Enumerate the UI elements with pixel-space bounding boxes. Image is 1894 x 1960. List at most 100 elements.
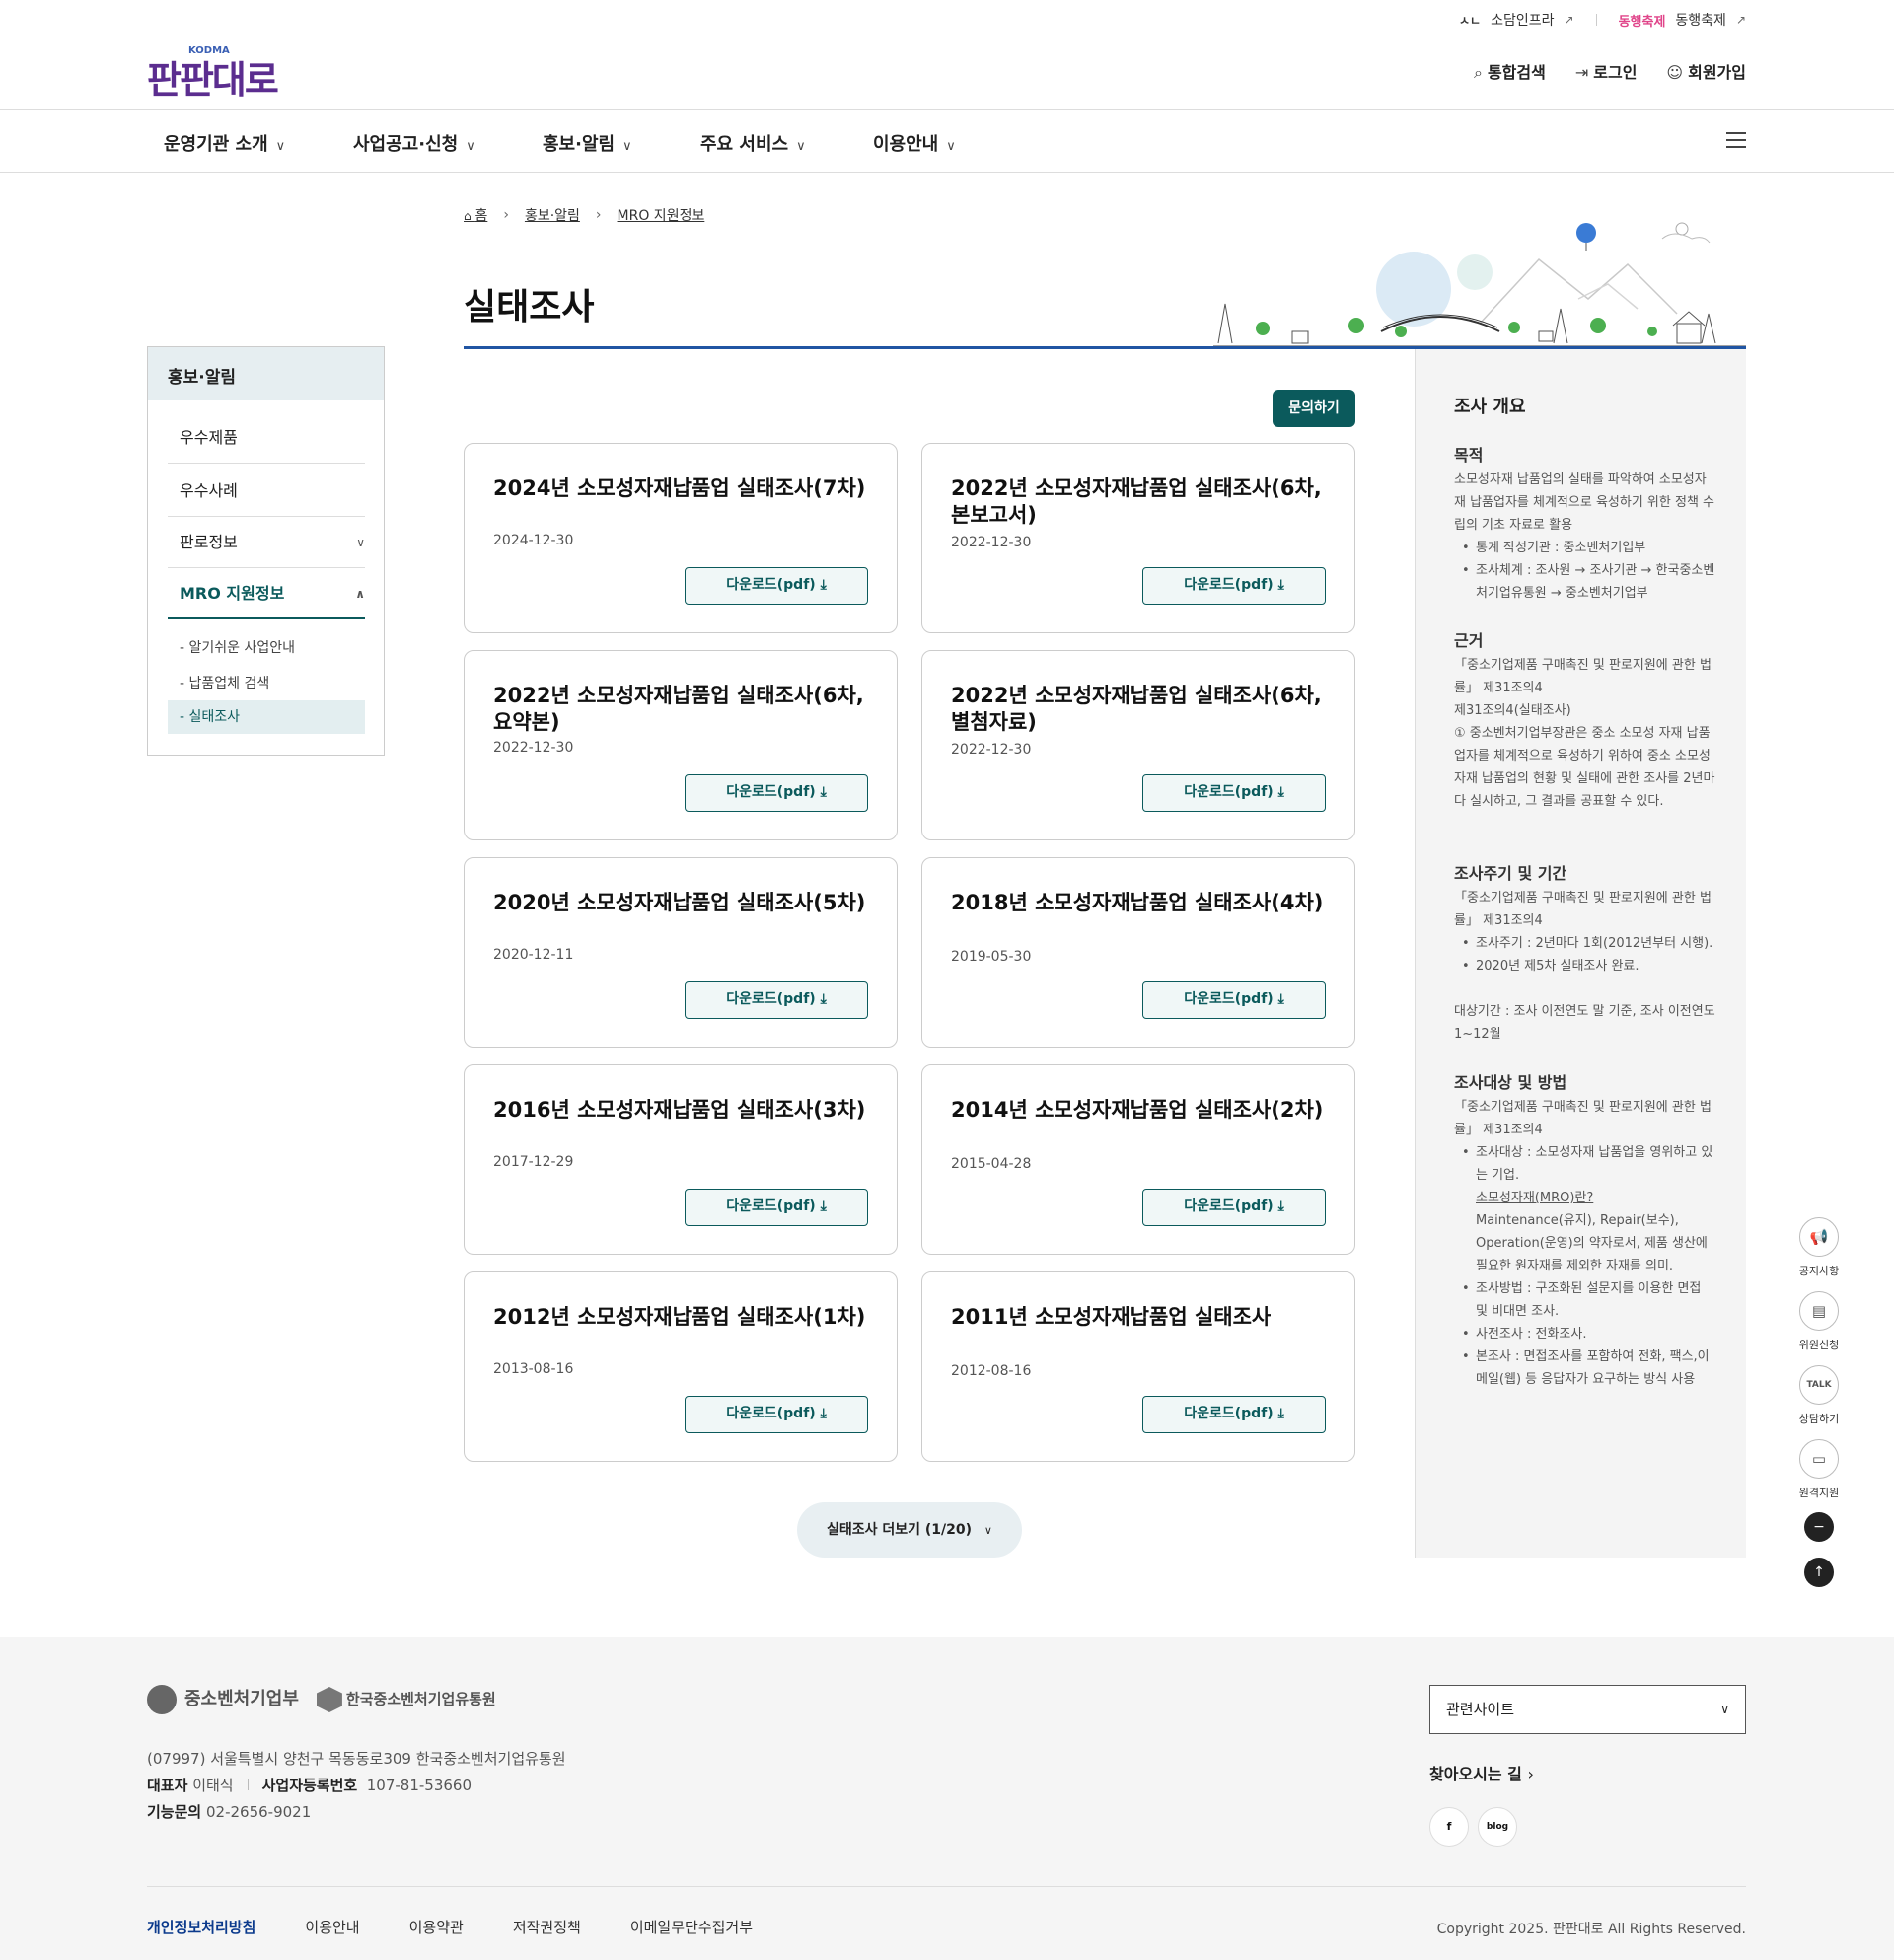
download-label: 다운로드(pdf) (1184, 784, 1274, 800)
list-item: 조사체계 : 조사원 → 조사기관 → 한국중소벤처기업유통원 → 중소벤처기업… (1454, 559, 1715, 605)
card-date: 2013-08-16 (493, 1361, 574, 1377)
download-button[interactable]: 다운로드(pdf) ⤓ (685, 567, 868, 605)
footer-address: (07997) 서울특별시 양천구 목동동로309 한국중소벤처기업유통원 대표… (147, 1746, 566, 1826)
home-icon: ⌂ (464, 209, 475, 223)
quick-label: 상담하기 (1798, 1413, 1840, 1425)
quick-consult[interactable]: TALK 상담하기 (1793, 1365, 1845, 1426)
download-icon: ⤓ (1277, 1198, 1284, 1214)
related-sites-label: 관련사이트 (1446, 1701, 1515, 1718)
mss-logo: 중소벤처기업부 (147, 1685, 299, 1714)
quick-remote[interactable]: ▭ 원격지원 (1793, 1439, 1845, 1500)
blog-icon[interactable]: blog (1478, 1807, 1517, 1847)
copyright: Copyright 2025. 판판대로 All Rights Reserved… (1436, 1922, 1746, 1937)
top-bar: ㅅㄴ 소담인프라 ↗ 동행축제 동행축제 ↗ (1459, 10, 1746, 30)
biz-label: 사업자등록번호 (261, 1777, 358, 1794)
download-label: 다운로드(pdf) (726, 1198, 816, 1214)
card-title: 2020년 소모성자재납품업 실태조사(5차) (493, 891, 866, 914)
lnb-item-cases[interactable]: 우수사례 (168, 466, 365, 517)
signup-button[interactable]: ☺ 회원가입 (1666, 59, 1746, 83)
gnb-label: 주요 서비스 (700, 134, 789, 155)
copyright-policy-link[interactable]: 저작권정책 (513, 1917, 581, 1937)
directions-link[interactable]: 찾아오시는 길 › (1429, 1761, 1534, 1784)
chevron-down-icon: ∨ (356, 536, 365, 549)
search-icon: ⌕ (1473, 63, 1483, 82)
survey-overview-panel: 조사 개요 목적 소모성자재 납품업의 실태를 파악하여 소모성자재 납품업자를… (1415, 349, 1746, 1558)
list-item: 2020년 제5차 실태조사 완료. (1454, 955, 1715, 978)
download-button[interactable]: 다운로드(pdf) ⤓ (685, 774, 868, 812)
quick-committee[interactable]: ▤ 위원신청 (1793, 1291, 1845, 1352)
purpose-heading: 목적 (1454, 446, 1484, 465)
add-user-icon: ☺ (1666, 63, 1684, 82)
kodma-logo: 한국중소벤처기업유통원 (316, 1687, 496, 1712)
download-button[interactable]: 다운로드(pdf) ⤓ (685, 1189, 868, 1226)
ask-button[interactable]: 문의하기 (1273, 390, 1355, 427)
search-button[interactable]: ⌕ 통합검색 (1474, 59, 1546, 83)
list-item: 통계 작성기관 : 중소벤처기업부 (1454, 537, 1715, 559)
collapse-quick-menu-button[interactable]: − (1804, 1512, 1834, 1542)
download-button[interactable]: 다운로드(pdf) ⤓ (1142, 1396, 1326, 1433)
lnb-item-channel[interactable]: 판로정보 ∨ (168, 517, 365, 568)
quick-notice[interactable]: 📢 공지사항 (1793, 1217, 1845, 1278)
breadcrumb-mro[interactable]: MRO 지원정보 (618, 205, 705, 225)
lnb-sub-survey[interactable]: - 실태조사 (168, 700, 365, 734)
download-icon: ⤓ (820, 1198, 827, 1214)
lnb-item-products[interactable]: 우수제품 (168, 412, 365, 464)
sodam-link[interactable]: 소담인프라 (1491, 10, 1554, 30)
download-button[interactable]: 다운로드(pdf) ⤓ (1142, 1189, 1326, 1226)
mro-definition-link[interactable]: 소모성자재(MRO)란? (1476, 1191, 1593, 1205)
menu-icon[interactable] (1726, 132, 1746, 153)
footer: 중소벤처기업부 한국중소벤처기업유통원 (07997) 서울특별시 양천구 목동… (0, 1637, 1894, 1960)
donghaeng-logo-icon: 동행축제 (1618, 14, 1666, 30)
chevron-down-icon: ∨ (466, 139, 475, 154)
kodma-hex-icon (316, 1687, 342, 1712)
basis-article: 제31조의4(실태조사) (1454, 703, 1571, 718)
donghaeng-link[interactable]: 동행축제 (1675, 10, 1726, 30)
footer-divider (147, 1886, 1746, 1887)
breadcrumb-home[interactable]: ⌂ 홈 (464, 205, 487, 225)
card-title: 2022년 소모성자재납품업 실태조사(6차, 본보고서) (951, 476, 1322, 527)
lnb-sub-search[interactable]: - 납품업체 검색 (168, 667, 365, 700)
kodma-mark: KODMA (188, 45, 230, 56)
list-item: 조사대상 : 소모성자재 납품업을 영위하고 있는 기업. 소모성자재(MRO)… (1454, 1141, 1715, 1277)
card-date: 2017-12-29 (493, 1154, 574, 1170)
purpose-list: 통계 작성기관 : 중소벤처기업부 조사체계 : 조사원 → 조사기관 → 한국… (1454, 537, 1715, 605)
facebook-icon[interactable]: f (1429, 1807, 1469, 1847)
privacy-link[interactable]: 개인정보처리방침 (147, 1917, 255, 1937)
gnb-item-services[interactable]: 주요 서비스 ∨ (700, 130, 806, 156)
download-button[interactable]: 다운로드(pdf) ⤓ (685, 1396, 868, 1433)
gnb-item-notice[interactable]: 홍보·알림 ∨ (543, 130, 632, 156)
chevron-down-icon: ∨ (1720, 1703, 1729, 1716)
talk-icon: TALK (1799, 1365, 1839, 1405)
load-more-button[interactable]: 실태조사 더보기 (1/20) ∨ (797, 1502, 1022, 1558)
lnb-item-mro[interactable]: MRO 지원정보 ∧ (168, 568, 365, 619)
biz-value: 107-81-53660 (366, 1777, 473, 1794)
scroll-top-button[interactable]: ↑ (1804, 1558, 1834, 1587)
site-logo[interactable]: KODMA 판판대로 (147, 45, 279, 104)
email-refusal-link[interactable]: 이메일무단수집거부 (630, 1917, 753, 1937)
gnb-item-about[interactable]: 운영기관 소개 ∨ (164, 130, 285, 156)
download-label: 다운로드(pdf) (1184, 577, 1274, 593)
login-button[interactable]: ⇥ 로그인 (1575, 59, 1638, 83)
download-label: 다운로드(pdf) (1184, 1406, 1274, 1421)
lnb-label: 우수제품 (180, 428, 238, 447)
gnb-item-guide[interactable]: 이용안내 ∨ (873, 130, 956, 156)
download-button[interactable]: 다운로드(pdf) ⤓ (685, 981, 868, 1019)
gnb-item-business[interactable]: 사업공고·신청 ∨ (353, 130, 475, 156)
breadcrumb-notice[interactable]: 홍보·알림 (525, 205, 580, 225)
card-date: 2022-12-30 (951, 742, 1032, 758)
download-button[interactable]: 다운로드(pdf) ⤓ (1142, 567, 1326, 605)
cycle-list: 조사주기 : 2년마다 1회(2012년부터 시행). 2020년 제5차 실태… (1454, 932, 1715, 978)
gnb-label: 사업공고·신청 (353, 134, 459, 155)
guide-link[interactable]: 이용안내 (305, 1917, 359, 1937)
download-icon: ⤓ (820, 991, 827, 1007)
chevron-down-icon: ∨ (946, 139, 956, 154)
lnb-sub-guide[interactable]: - 알기쉬운 사업안내 (168, 631, 365, 665)
load-more-label: 실태조사 더보기 (1/20) (827, 1522, 973, 1538)
list-item: 사전조사 : 전화조사. (1454, 1323, 1715, 1345)
card-title: 2012년 소모성자재납품업 실태조사(1차) (493, 1305, 866, 1329)
download-button[interactable]: 다운로드(pdf) ⤓ (1142, 774, 1326, 812)
survey-card: 2016년 소모성자재납품업 실태조사(3차) 2017-12-29 다운로드(… (464, 1064, 898, 1255)
terms-link[interactable]: 이용약관 (409, 1917, 464, 1937)
download-button[interactable]: 다운로드(pdf) ⤓ (1142, 981, 1326, 1019)
related-sites-select[interactable]: 관련사이트 ∨ (1429, 1685, 1746, 1734)
